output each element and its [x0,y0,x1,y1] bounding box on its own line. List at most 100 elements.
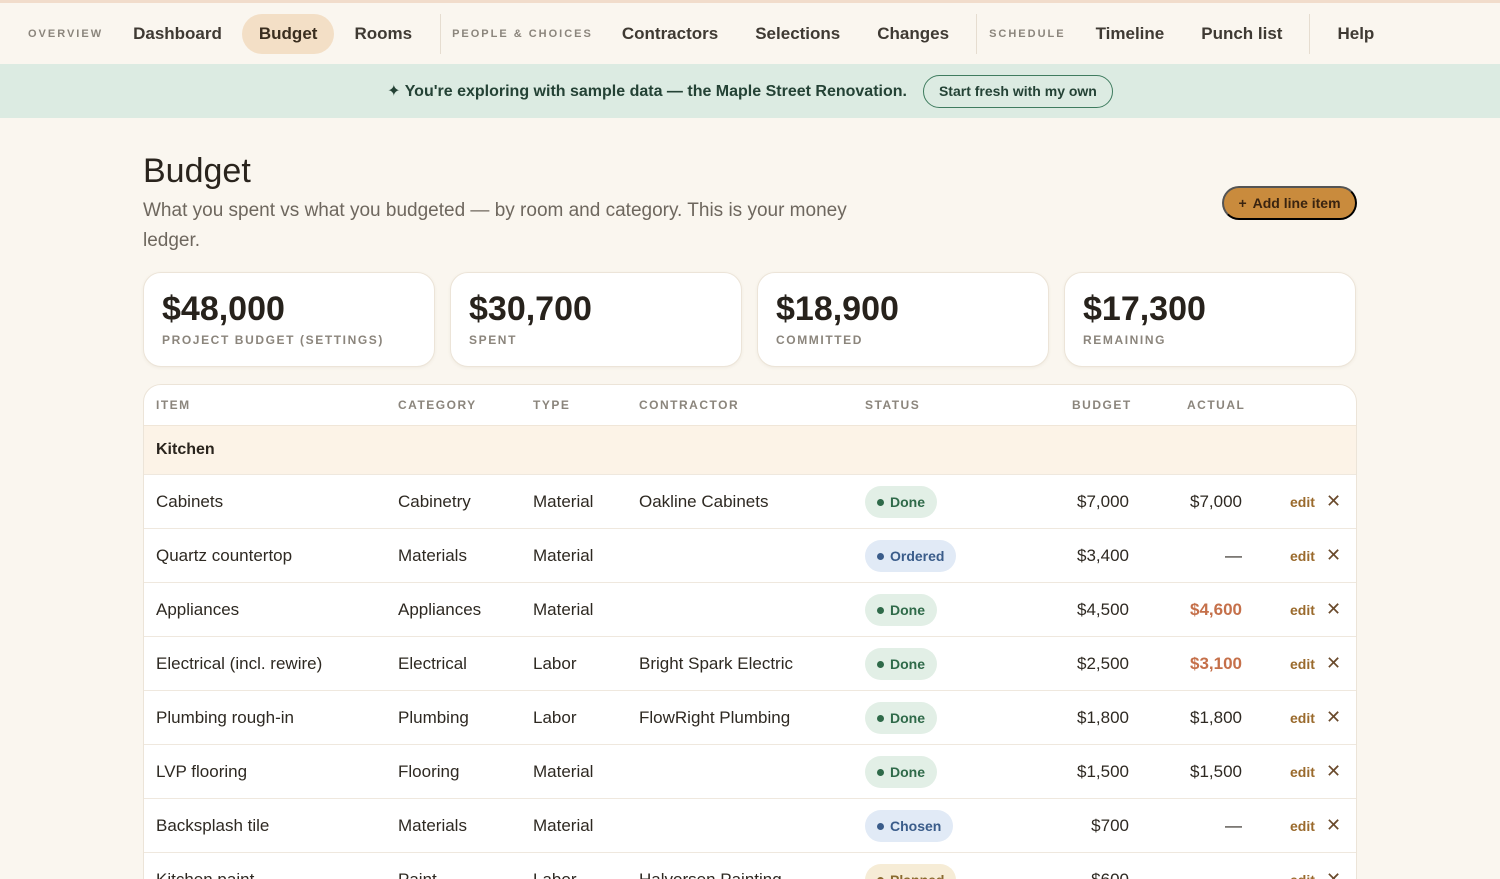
page-title: Budget [143,152,251,190]
edit-link[interactable]: edit [1290,872,1315,879]
sample-data-banner: ✦ You're exploring with sample data — th… [0,64,1500,118]
nav-divider [1309,13,1311,54]
cell-budget: $2,500 [1077,654,1129,673]
col-header-category[interactable]: CATEGORY [398,398,477,412]
status-label: Chosen [890,818,942,834]
cell-contractor: Oakline Cabinets [639,492,769,511]
col-header-contractor[interactable]: CONTRACTOR [639,398,739,412]
page-subtitle: What you spent vs what you budgeted — by… [143,200,847,251]
col-header-budget[interactable]: BUDGET [1072,398,1132,412]
status-badge: Done [865,702,937,734]
table-row[interactable]: Cabinets Cabinetry Material Oakline Cabinet… [144,474,1356,528]
cell-type: Labor [533,708,577,727]
delete-icon[interactable]: ✕ [1326,707,1341,728]
delete-icon[interactable]: ✕ [1326,869,1341,879]
table-row[interactable]: Appliances Appliances Material Done $4,500 $4… [144,582,1356,636]
table-row[interactable]: Quartz countertop Materials Material Ordere… [144,528,1356,582]
nav-item-punch-list[interactable]: Punch list [1201,24,1282,44]
nav-item-timeline[interactable]: Timeline [1096,24,1165,44]
cell-actual: $1,500 [1190,762,1242,781]
cell-item: Kitchen paint [156,870,254,879]
status-badge: Done [865,756,937,788]
nav-item-contractors[interactable]: Contractors [622,24,718,44]
col-header-item[interactable]: ITEM [156,398,191,412]
nav-item-rooms[interactable]: Rooms [354,24,412,44]
stat-value: $30,700 [469,290,592,328]
table-header: ITEM CATEGORY TYPE CONTRACTOR STATUS BUD… [144,385,1356,425]
nav-item-help[interactable]: Help [1337,24,1374,44]
cell-category: Materials [398,816,467,835]
cell-type: Material [533,816,594,835]
cell-actual: — [1225,546,1242,565]
status-badge: Chosen [865,810,954,842]
col-header-type[interactable]: TYPE [533,398,570,412]
edit-link[interactable]: edit [1290,710,1315,726]
group-label: Kitchen [156,441,215,458]
cell-budget: $1,800 [1077,708,1129,727]
cell-contractor: Halvorsen Painting [639,870,782,879]
nav-divider [976,13,978,54]
stat-value: $48,000 [162,290,285,328]
cell-actual: $1,800 [1190,708,1242,727]
plus-icon: + [1238,195,1247,211]
nav-section-schedule: SCHEDULE [989,27,1066,40]
delete-icon[interactable]: ✕ [1326,545,1341,566]
cell-category: Electrical [398,654,467,673]
cell-type: Material [533,492,594,511]
nav-item-budget[interactable]: Budget [241,13,335,54]
cell-category: Materials [398,546,467,565]
cell-item: Electrical (incl. rewire) [156,654,323,673]
cell-item: Cabinets [156,492,224,511]
status-dot-icon [877,498,884,506]
cell-category: Cabinetry [398,492,471,511]
stat-value: $17,300 [1083,290,1206,328]
stat-card-remaining: $17,300 REMAINING [1064,272,1356,367]
delete-icon[interactable]: ✕ [1326,491,1341,512]
status-label: Ordered [890,548,945,564]
edit-link[interactable]: edit [1290,548,1315,564]
delete-icon[interactable]: ✕ [1326,761,1341,782]
nav-item-changes[interactable]: Changes [877,24,949,44]
edit-link[interactable]: edit [1290,602,1315,618]
nav-item-dashboard[interactable]: Dashboard [133,24,222,44]
table-row[interactable]: Plumbing rough-in Plumbing Labor FlowRight … [144,690,1356,744]
status-badge: Done [865,486,937,518]
stat-label: REMAINING [1083,333,1167,347]
cell-budget: $7,000 [1077,492,1129,511]
status-badge: Ordered [865,540,957,572]
add-line-item-button[interactable]: + Add line item [1222,186,1357,220]
nav-item-selections[interactable]: Selections [755,24,840,44]
col-header-actual[interactable]: ACTUAL [1187,398,1245,412]
table-row[interactable]: Electrical (incl. rewire) Electrical Labor… [144,636,1356,690]
stat-value: $18,900 [776,290,899,328]
cell-category: Appliances [398,600,482,619]
delete-icon[interactable]: ✕ [1326,599,1341,620]
status-dot-icon [877,606,884,614]
table-row[interactable]: Kitchen paint Paint Labor Halvorsen Paintin… [144,852,1356,879]
cell-type: Material [533,600,594,619]
cell-item: LVP flooring [156,762,248,781]
edit-link[interactable]: edit [1290,494,1315,510]
table-row[interactable]: LVP flooring Flooring Material Done $1,500 $1… [144,744,1356,798]
cell-type: Material [533,546,594,565]
nav-section-people: PEOPLE & CHOICES [452,27,593,40]
stat-card-spent: $30,700 SPENT [450,272,742,367]
edit-link[interactable]: edit [1290,818,1315,834]
status-dot-icon [877,768,884,776]
cell-budget: $3,400 [1077,546,1129,565]
start-fresh-button[interactable]: Start fresh with my own [922,74,1113,108]
status-dot-icon [877,714,884,722]
cell-actual: $7,000 [1190,492,1242,511]
delete-icon[interactable]: ✕ [1326,815,1341,836]
cell-type: Labor [533,654,577,673]
status-label: Done [890,494,925,510]
edit-link[interactable]: edit [1290,764,1315,780]
stat-label: PROJECT BUDGET (SETTINGS) [162,333,385,347]
status-label: Done [890,710,925,726]
cell-type: Material [533,762,594,781]
col-header-status[interactable]: STATUS [865,398,920,412]
delete-icon[interactable]: ✕ [1326,653,1341,674]
stat-card-committed: $18,900 COMMITTED [757,272,1049,367]
edit-link[interactable]: edit [1290,656,1315,672]
table-row[interactable]: Backsplash tile Materials Material Chosen $7… [144,798,1356,852]
